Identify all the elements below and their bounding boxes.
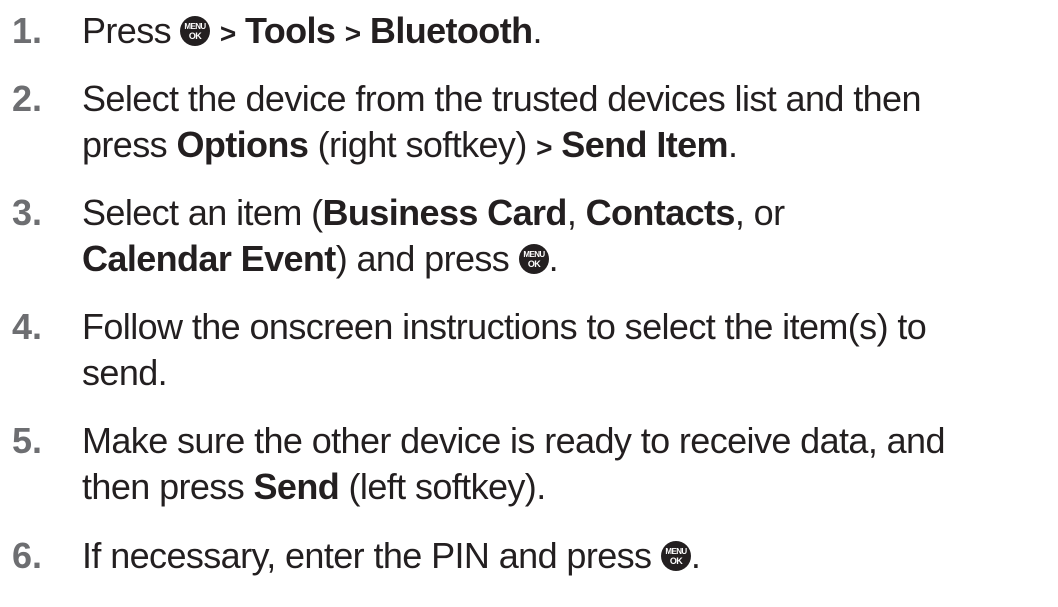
svg-text:MENU: MENU: [185, 22, 207, 31]
svg-text:OK: OK: [527, 259, 540, 269]
menu-ok-key-icon: MENU OK: [660, 541, 691, 571]
item-business-card: Business Card: [322, 192, 568, 233]
step-text: Make sure the other device is ready to r…: [82, 418, 1052, 510]
step-text-run: .: [548, 238, 559, 279]
step-text-line: Make sure the other device is ready to r…: [82, 420, 946, 461]
step-text-run: If necessary, enter the PIN and press: [82, 535, 652, 576]
step-number: 4.: [12, 306, 43, 347]
step-text: If necessary, enter the PIN and press ME…: [82, 533, 1052, 579]
step-text-run: , or: [734, 192, 785, 233]
step-text-run: .: [727, 124, 738, 165]
softkey-send: Send: [253, 466, 340, 507]
step-number: 3.: [12, 192, 43, 233]
menu-item-tools: Tools: [245, 10, 336, 51]
step-text-line: send.: [82, 352, 168, 393]
step-text-run: (left softkey).: [348, 466, 547, 507]
step-text-run: then press: [82, 466, 245, 507]
step-number: 6.: [12, 535, 43, 576]
step-text-run: ,: [566, 192, 577, 233]
step-text-run: ) and press: [335, 238, 510, 279]
step-text: Follow the onscreen instructions to sele…: [82, 304, 1052, 396]
svg-text:OK: OK: [670, 556, 683, 566]
step-text-run: press: [82, 124, 168, 165]
menu-item-bluetooth: Bluetooth: [369, 10, 533, 51]
step-text: Press MENU OK > Tools > Bluetooth.: [82, 8, 1052, 54]
menu-separator: >: [219, 18, 236, 49]
step-number: 1.: [12, 10, 43, 51]
menu-separator: >: [536, 132, 552, 163]
item-calendar-event: Calendar Event: [82, 238, 336, 279]
svg-text:OK: OK: [189, 31, 202, 41]
menu-ok-key-icon: MENU OK: [518, 244, 549, 274]
step-text-line: Select the device from the trusted devic…: [82, 78, 921, 119]
step-text-run: Select an item (: [82, 192, 323, 233]
step-text-line: Follow the onscreen instructions to sele…: [82, 306, 927, 347]
step-number: 5.: [12, 420, 43, 461]
menu-ok-key-icon: MENU OK: [180, 16, 211, 46]
step-text-run: (right softkey): [317, 124, 528, 165]
svg-text:MENU: MENU: [665, 547, 687, 556]
step-number: 2.: [12, 78, 43, 119]
softkey-options: Options: [176, 124, 309, 165]
step-text: Select the device from the trusted devic…: [82, 76, 1052, 168]
step-text-run: .: [690, 535, 701, 576]
step-text-run: Press: [82, 10, 172, 51]
item-contacts: Contacts: [585, 192, 736, 233]
instruction-steps: 1. Press MENU OK > Tools > Bluetooth. 2. …: [0, 0, 1058, 607]
svg-text:MENU: MENU: [523, 250, 545, 259]
step-text-run: .: [532, 10, 542, 51]
step-text: Select an item (Business Card, Contacts,…: [82, 190, 1052, 282]
menu-item-send-item: Send Item: [561, 124, 728, 165]
menu-separator: >: [344, 18, 361, 49]
